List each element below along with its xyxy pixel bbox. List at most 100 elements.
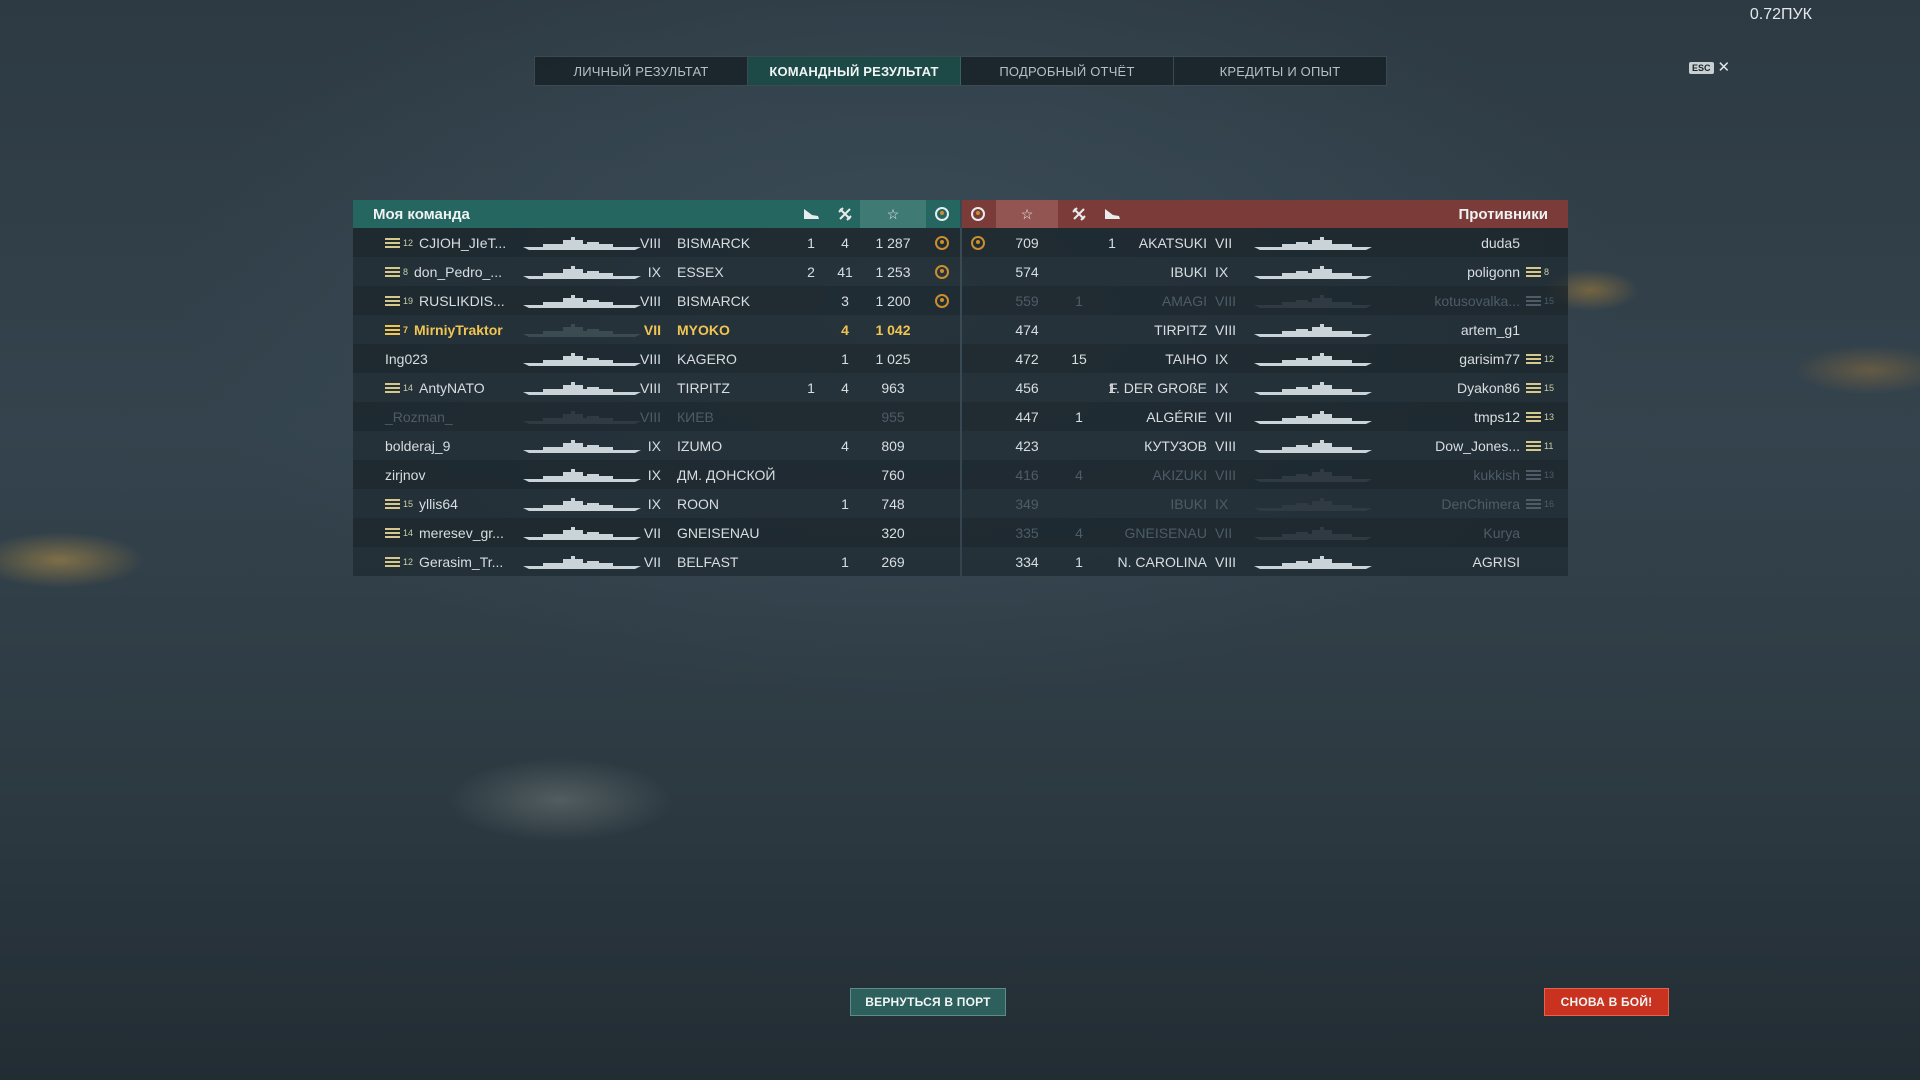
ship-name: ALGÉRIE xyxy=(1146,408,1207,425)
player-row[interactable]: 472 15 TAIHO IX garisim77 12 xyxy=(962,344,1568,373)
player-row[interactable]: 335 4 GNEISENAU VII Kurya xyxy=(962,518,1568,547)
tab-credits-xp[interactable]: КРЕДИТЫ И ОПЫТ xyxy=(1174,57,1386,85)
player-row[interactable]: bolderaj_9 IX IZUMO 4 809 xyxy=(353,431,960,460)
player-name: poligonn xyxy=(1467,263,1520,280)
player-row[interactable]: 456 1 F. DER GROßE IX Dyakon86 15 xyxy=(962,373,1568,402)
player-name: bolderaj_9 xyxy=(385,437,451,454)
return-to-port-button[interactable]: ВЕРНУТЬСЯ В ПОРТ xyxy=(850,988,1006,1016)
player-row[interactable]: 12 Gerasim_Tr... VII BELFAST 1 269 xyxy=(353,547,960,576)
player-row[interactable]: 8 don_Pedro_... IX ESSEX 2 41 1 253 xyxy=(353,257,960,286)
ship-silhouette-icon xyxy=(1254,352,1372,366)
my-team-header: Моя команда ☆ xyxy=(353,200,960,228)
rank-number: 12 xyxy=(403,556,414,567)
tab-team-result[interactable]: КОМАНДНЫЙ РЕЗУЛЬТАТ xyxy=(748,57,961,85)
player-name: RUSLIKDIS... xyxy=(419,292,505,309)
player-name: artem_g1 xyxy=(1460,321,1520,338)
rank-badge: 8 xyxy=(1526,266,1549,278)
rank-number: 7 xyxy=(403,324,409,335)
player-row[interactable]: 19 RUSLIKDIS... VIII BISMARCK 3 1 200 xyxy=(353,286,960,315)
my-team-title: Моя команда xyxy=(373,205,470,223)
player-row[interactable]: _Rozman_ VIII КИЕВ 955 xyxy=(353,402,960,431)
medal-icon xyxy=(935,293,949,308)
rank-chevron-icon xyxy=(385,237,400,249)
ship-name: IZUMO xyxy=(677,437,723,454)
ship-name: TIRPITZ xyxy=(677,379,730,396)
enemy-team-title: Противники xyxy=(1458,205,1548,223)
player-name: СJIOH_JIeT... xyxy=(419,234,507,251)
ship-name: AKIZUKI xyxy=(1152,466,1207,483)
player-row[interactable]: zirjnov IX ДМ. ДОНСКОЙ 760 xyxy=(353,460,960,489)
ships-killed xyxy=(798,489,824,518)
enemy-team-list: 709 1 AKATSUKI VII duda5 574 IBUKI IX poligonn 8 5… xyxy=(962,228,1568,576)
my-team-list: 12 СJIOH_JIeT... VIII BISMARCK 1 4 1 287 8 don_P… xyxy=(353,228,960,576)
player-row[interactable]: 447 1 ALGÉRIE VII tmps12 13 xyxy=(962,402,1568,431)
rank-badge: 8 xyxy=(385,266,408,278)
player-name: garisim77 xyxy=(1459,350,1520,367)
player-row[interactable]: 574 IBUKI IX poligonn 8 xyxy=(962,257,1568,286)
base-xp: 416 xyxy=(1015,466,1039,483)
base-xp: 474 xyxy=(1015,321,1039,338)
ship-name: IBUKI xyxy=(1170,263,1207,280)
ship-name: MYOKO xyxy=(677,321,730,338)
base-xp: 574 xyxy=(1015,263,1039,280)
star-xp-icon: ☆ xyxy=(860,200,926,228)
close-button[interactable]: ESC ✕ xyxy=(1689,60,1730,75)
planes-killed xyxy=(832,402,858,431)
player-row[interactable]: 14 AntyNATO VIII TIRPITZ 1 4 963 xyxy=(353,373,960,402)
rank-chevron-icon xyxy=(1526,382,1541,394)
rank-chevron-icon xyxy=(385,556,400,568)
rank-number: 12 xyxy=(1544,353,1555,364)
medal-col-icon xyxy=(928,200,956,228)
player-name: Dow_Jones... xyxy=(1435,437,1520,454)
player-name: Gerasim_Tr... xyxy=(419,553,504,570)
ship-name: KAGERO xyxy=(677,350,737,367)
ship-kills-icon xyxy=(798,200,824,228)
rank-chevron-icon xyxy=(1526,440,1541,452)
planes-killed: 1 xyxy=(841,350,849,367)
player-row[interactable]: 709 1 AKATSUKI VII duda5 xyxy=(962,228,1568,257)
battle-again-button[interactable]: СНОВА В БОЙ! xyxy=(1544,988,1669,1016)
player-row[interactable]: 559 1 AMAGI VIII kotusovalka... 15 xyxy=(962,286,1568,315)
ship-silhouette-icon xyxy=(1254,236,1372,250)
ship-silhouette-icon xyxy=(1254,526,1372,540)
base-xp: 447 xyxy=(1015,408,1039,425)
ships-killed: 2 xyxy=(807,263,815,280)
base-xp: 269 xyxy=(881,553,905,570)
tab-personal-result[interactable]: ЛИЧНЫЙ РЕЗУЛЬТАТ xyxy=(535,57,748,85)
medal-icon xyxy=(935,264,949,279)
player-row[interactable]: 349 IBUKI IX DenChimera 16 xyxy=(962,489,1568,518)
player-row[interactable]: 14 meresev_gr... VII GNEISENAU 320 xyxy=(353,518,960,547)
base-xp: 1 025 xyxy=(875,350,911,367)
player-row[interactable]: Ing023 VIII KAGERO 1 1 025 xyxy=(353,344,960,373)
tab-detailed-report[interactable]: ПОДРОБНЫЙ ОТЧЁТ xyxy=(961,57,1174,85)
player-name: _Rozman_ xyxy=(385,408,453,425)
rank-number: 14 xyxy=(403,527,414,538)
player-row[interactable]: 15 yllis64 IX ROON 1 748 xyxy=(353,489,960,518)
player-row[interactable]: 474 TIRPITZ VIII artem_g1 xyxy=(962,315,1568,344)
player-row[interactable]: 416 4 AKIZUKI VIII kukkish 13 xyxy=(962,460,1568,489)
player-row[interactable]: 12 СJIOH_JIeT... VIII BISMARCK 1 4 1 287 xyxy=(353,228,960,257)
ships-killed xyxy=(798,460,824,489)
ship-name: TAIHO xyxy=(1165,350,1207,367)
planes-killed: 1 xyxy=(841,495,849,512)
player-row[interactable]: 334 1 N. CAROLINA VIII AGRISI xyxy=(962,547,1568,576)
player-name: AGRISI xyxy=(1472,553,1520,570)
ship-tier: VII xyxy=(1215,408,1233,425)
base-xp: 456 xyxy=(1015,379,1039,396)
player-name: Dyakon86 xyxy=(1456,379,1520,396)
ship-name: КУТУЗОВ xyxy=(1144,437,1207,454)
player-row[interactable]: 7 MirniyTraktor VII MYOKO 4 1 042 xyxy=(353,315,960,344)
ship-tier: VIII xyxy=(639,292,661,309)
ship-name: КИЕВ xyxy=(677,408,714,425)
ships-killed xyxy=(798,344,824,373)
planes-killed: 4 xyxy=(1075,524,1083,541)
planes-killed: 1 xyxy=(1075,292,1083,309)
ship-tier: VIII xyxy=(639,379,661,396)
plane-kills-icon xyxy=(832,200,858,228)
base-xp: 809 xyxy=(881,437,905,454)
ship-tier: VIII xyxy=(1215,466,1237,483)
player-name: meresev_gr... xyxy=(419,524,504,541)
player-name: Kurya xyxy=(1483,524,1520,541)
player-row[interactable]: 423 КУТУЗОВ VIII Dow_Jones... 11 xyxy=(962,431,1568,460)
ship-name: GNEISENAU xyxy=(677,524,760,541)
